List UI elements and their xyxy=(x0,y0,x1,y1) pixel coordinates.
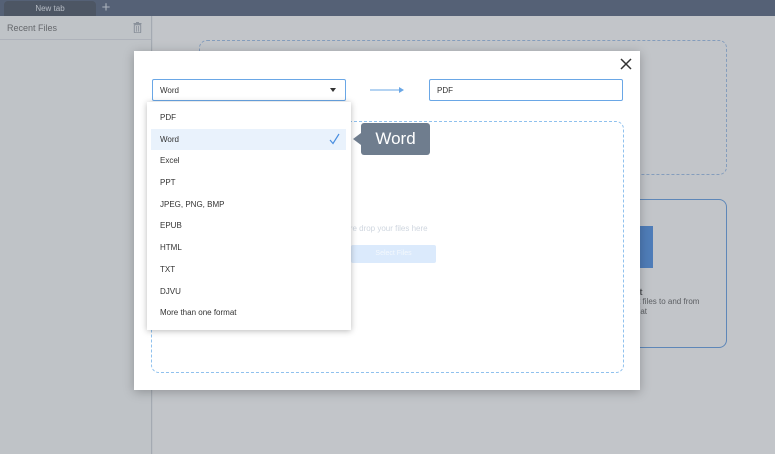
option-label: EPUB xyxy=(160,221,182,230)
dropdown-option-multiple[interactable]: More than one format xyxy=(151,302,346,323)
dropdown-option-txt[interactable]: TXT xyxy=(151,259,346,280)
drop-hint-text: ire drop your files here xyxy=(348,224,428,233)
option-label: JPEG, PNG, BMP xyxy=(160,200,225,209)
dropdown-option-djvu[interactable]: DJVU xyxy=(151,281,346,302)
dropdown-option-ppt[interactable]: PPT xyxy=(151,172,346,193)
option-label: More than one format xyxy=(160,308,237,317)
dropdown-option-html[interactable]: HTML xyxy=(151,237,346,258)
option-label: DJVU xyxy=(160,287,181,296)
from-format-value: Word xyxy=(160,86,179,95)
chevron-down-icon xyxy=(330,88,336,92)
to-format-value: PDF xyxy=(437,86,453,95)
format-tooltip: Word xyxy=(361,123,430,155)
format-dropdown-list: PDF Word Excel PPT JPEG, PNG, BMP EPUB H… xyxy=(147,102,351,330)
dropdown-option-word[interactable]: Word xyxy=(151,129,346,150)
dropdown-option-images[interactable]: JPEG, PNG, BMP xyxy=(151,194,346,215)
option-label: Excel xyxy=(160,156,180,165)
option-label: PPT xyxy=(160,178,176,187)
dropdown-option-epub[interactable]: EPUB xyxy=(151,215,346,236)
option-label: HTML xyxy=(160,243,182,252)
dropdown-option-excel[interactable]: Excel xyxy=(151,150,346,171)
to-format-field[interactable]: PDF xyxy=(429,79,623,101)
option-label: TXT xyxy=(160,265,176,274)
close-icon[interactable] xyxy=(619,57,633,71)
tooltip-arrow xyxy=(353,133,361,145)
option-label: Word xyxy=(160,135,179,144)
select-files-button[interactable]: Select Files xyxy=(351,245,436,263)
option-label: PDF xyxy=(160,113,176,122)
from-format-select[interactable]: Word xyxy=(152,79,346,101)
arrow-right-icon xyxy=(370,87,404,93)
dropdown-option-pdf[interactable]: PDF xyxy=(151,107,346,128)
check-icon xyxy=(329,133,340,145)
